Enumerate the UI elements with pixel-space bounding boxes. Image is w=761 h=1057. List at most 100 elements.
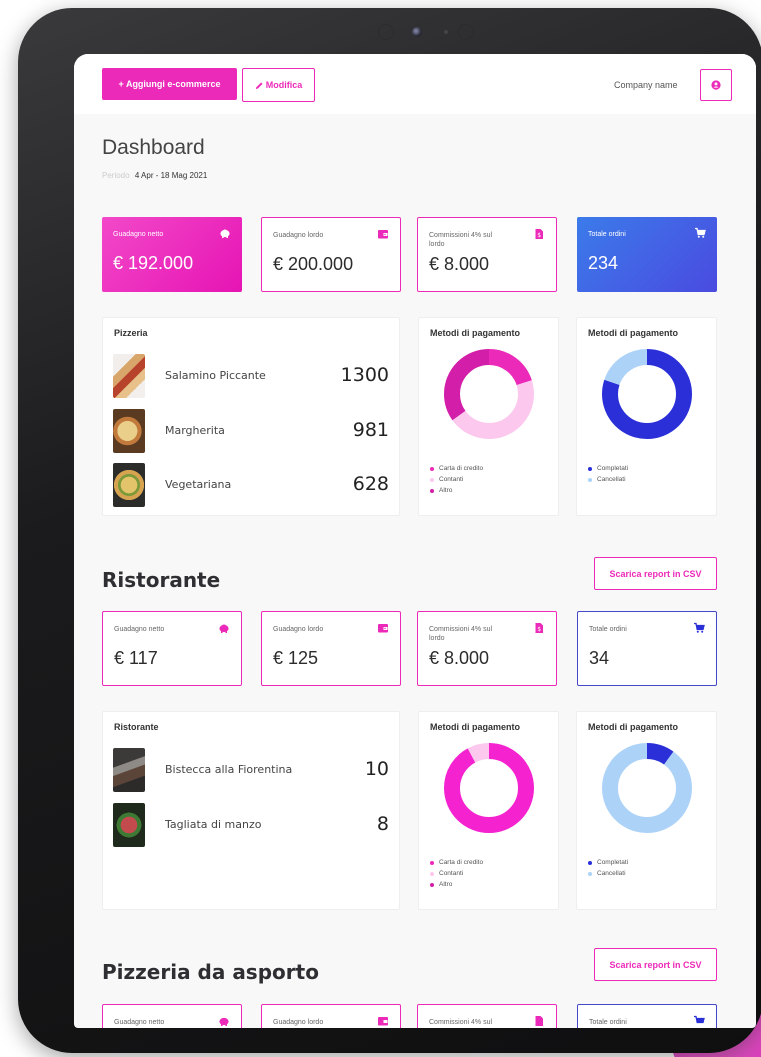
kpi-label: Guadagno netto <box>114 1019 165 1026</box>
card-title: Ristorante <box>114 722 159 732</box>
list-item[interactable]: Tagliata di manzo 8 <box>113 803 389 847</box>
donut-segment <box>602 743 692 833</box>
kpi-commissions[interactable]: Commissioni 4% sul lordo € 8.000 $ <box>417 217 557 292</box>
kpi-value: 234 <box>588 253 619 273</box>
piggy-bank-icon <box>219 624 229 633</box>
kpi-label: Guadagno netto <box>114 626 165 633</box>
camera-icon <box>412 27 422 37</box>
company-name: Company name <box>614 80 678 90</box>
legend-label: Altro <box>439 487 453 494</box>
payment-methods-card: Metodi di pagamento Carta di credito Con… <box>418 317 559 516</box>
legend-item: Carta di credito <box>430 857 483 868</box>
section-title: Ristorante <box>102 568 221 592</box>
legend-item: Completati <box>588 857 628 868</box>
kpi-label: Guadagno netto <box>113 231 164 238</box>
legend-item: Altro <box>430 485 483 496</box>
cart-icon <box>695 227 706 238</box>
order-status-card: Metodi di pagamento Completati Cancellat… <box>576 711 717 910</box>
kpi-value: € 192.000 <box>113 253 194 273</box>
product-count: 628 <box>352 473 389 495</box>
kpi-net-income[interactable]: Guadagno netto € 192.000 <box>102 217 242 292</box>
camera-bar <box>358 24 478 40</box>
kpi-gross-income[interactable]: Guadagno lordo <box>261 1004 401 1028</box>
chart-legend: Completati Cancellati <box>588 857 628 879</box>
legend-label: Completati <box>597 465 629 472</box>
kpi-label: Totale ordini <box>589 1019 627 1026</box>
kpi-net-income[interactable]: Guadagno netto <box>102 1004 242 1028</box>
product-name: Vegetariana <box>165 478 232 491</box>
product-name: Margherita <box>165 424 225 437</box>
legend-item: Carta di credito <box>430 463 483 474</box>
kpi-commissions[interactable]: Commissioni 4% sul lordo <box>417 1004 557 1028</box>
kpi-gross-income[interactable]: Guadagno lordo € 125 <box>261 611 401 686</box>
product-count: 8 <box>376 813 389 835</box>
steak-thumbnail <box>113 803 145 847</box>
cart-icon <box>694 622 705 633</box>
legend-item: Cancellati <box>588 868 628 879</box>
list-item[interactable]: Bistecca alla Fiorentina 10 <box>113 748 389 792</box>
legend-label: Carta di credito <box>439 859 484 866</box>
top-products-card: Ristorante Bistecca alla Fiorentina 10 T… <box>102 711 400 910</box>
kpi-value: € 8.000 <box>429 648 490 668</box>
download-csv-button[interactable]: Scarica report in CSV <box>594 557 717 590</box>
legend-label: Cancellati <box>597 476 626 483</box>
kpi-value: € 8.000 <box>429 254 490 274</box>
kpi-total-orders[interactable]: Totale ordini 34 <box>577 611 717 686</box>
chart-legend: Completati Cancellati <box>588 463 628 485</box>
piggy-bank-icon <box>219 1017 229 1026</box>
kpi-label: Totale ordini <box>588 231 626 238</box>
legend-item: Cancellati <box>588 474 628 485</box>
pizza-thumbnail <box>113 354 145 398</box>
kpi-value: € 125 <box>273 648 319 668</box>
edit-label: Modifica <box>265 80 303 90</box>
download-csv-button[interactable]: Scarica report in CSV <box>594 948 717 981</box>
card-title: Pizzeria <box>114 328 148 338</box>
edit-button[interactable]: Modifica <box>242 68 315 102</box>
kpi-value: € 200.000 <box>273 254 354 274</box>
card-title: Metodi di pagamento <box>588 328 678 338</box>
steak-thumbnail <box>113 748 145 792</box>
kpi-net-income[interactable]: Guadagno netto € 117 <box>102 611 242 686</box>
invoice-icon: $ <box>535 229 543 239</box>
kpi-value: € 117 <box>114 648 158 668</box>
kpi-total-orders[interactable]: Totale ordini <box>577 1004 717 1028</box>
status-donut-chart <box>602 349 692 439</box>
chart-legend: Carta di credito Contanti Altro <box>430 463 483 496</box>
wallet-icon <box>378 230 388 239</box>
kpi-value: 34 <box>589 648 610 668</box>
period-range: Periodo 4 Apr - 18 Mag 2021 <box>102 171 207 180</box>
legend-label: Contanti <box>439 476 464 483</box>
order-status-card: Metodi di pagamento Completati Cancellat… <box>576 317 717 516</box>
legend-item: Contanti <box>430 474 483 485</box>
kpi-label: Guadagno lordo <box>273 232 324 239</box>
legend-item: Completati <box>588 463 628 474</box>
kpi-label: Commissioni 4% sul lordo <box>429 1019 493 1026</box>
add-ecommerce-button[interactable]: + Aggiungi e-commerce <box>102 68 237 100</box>
kpi-total-orders[interactable]: Totale ordini 234 <box>577 217 717 292</box>
legend-item: Altro <box>430 879 483 890</box>
list-item[interactable]: Salamino Piccante 1300 <box>113 354 389 398</box>
payment-donut-chart <box>444 743 534 833</box>
piggy-bank-icon <box>220 229 230 238</box>
status-donut-chart <box>602 743 692 833</box>
csv-button-label: Scarica report in CSV <box>609 959 702 970</box>
kpi-gross-income[interactable]: Guadagno lordo € 200.000 <box>261 217 401 292</box>
sensor-ring <box>378 24 394 40</box>
kpi-label: Commissioni 4% sul lordo <box>429 232 493 248</box>
product-count: 1300 <box>340 364 389 386</box>
donut-segment <box>444 743 534 833</box>
legend-item: Contanti <box>430 868 483 879</box>
list-item[interactable]: Margherita 981 <box>113 409 389 453</box>
kpi-label: Guadagno lordo <box>273 626 324 633</box>
invoice-icon: $ <box>535 623 543 633</box>
pencil-icon <box>255 81 263 89</box>
pizza-thumbnail <box>113 463 145 507</box>
legend-label: Completati <box>597 859 629 866</box>
kpi-commissions[interactable]: Commissioni 4% sul lordo € 8.000 $ <box>417 611 557 686</box>
svg-text:$: $ <box>537 232 541 239</box>
list-item[interactable]: Vegetariana 628 <box>113 463 389 507</box>
legend-label: Carta di credito <box>439 465 484 472</box>
user-menu-button[interactable] <box>700 69 732 101</box>
payment-methods-card: Metodi di pagamento Carta di credito Con… <box>418 711 559 910</box>
section-title: Pizzeria da asporto <box>102 960 319 984</box>
